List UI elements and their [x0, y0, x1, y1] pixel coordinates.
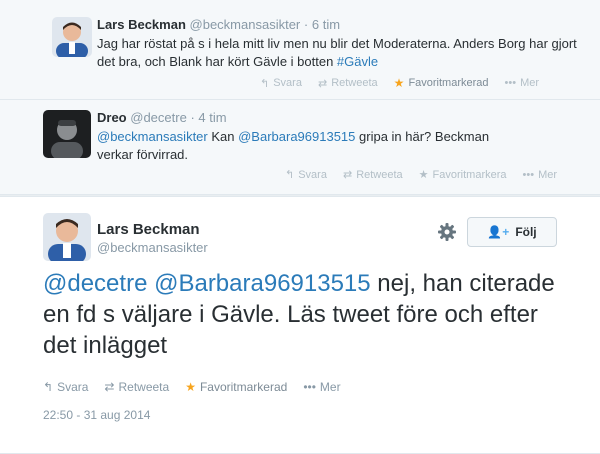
gear-icon: [438, 223, 456, 241]
mention-link[interactable]: @Barbara96913515: [238, 129, 355, 144]
more-button[interactable]: ••• Mer: [505, 76, 540, 90]
retweet-button[interactable]: ⇄ Retweeta: [342, 168, 403, 182]
separator-dot: ·: [190, 110, 195, 125]
reply-label: Svara: [57, 380, 89, 394]
reply-button[interactable]: ↰ Svara: [260, 76, 302, 90]
more-label: Mer: [538, 168, 558, 181]
more-label: Mer: [520, 77, 540, 89]
more-icon: •••: [504, 77, 517, 89]
reply-tweet-2[interactable]: Dreo @decetre · 4 tim @beckmansasikter K…: [0, 100, 600, 195]
favorite-button[interactable]: ★ Favoritmarkera: [418, 168, 507, 182]
lars-beckman-avatar[interactable]: [52, 17, 92, 57]
tweet-actions: ↰ Svara ⇄ Retweeta ★ Favoritmarkera ••• Mer: [285, 168, 558, 182]
lars-beckman-avatar[interactable]: [43, 213, 91, 261]
more-icon: •••: [522, 168, 535, 181]
mention-link[interactable]: @beckmansasikter: [97, 129, 208, 144]
main-tweet-text: @decetre @Barbara96913515 nej, han citer…: [43, 268, 563, 361]
separator-dot: ·: [303, 17, 309, 32]
main-tweet-actions: ↰ Svara ⇄ Retweeta ★ Favoritmarkerad ••• Mer: [43, 380, 341, 394]
mention-link[interactable]: @Barbara96913515: [154, 270, 371, 297]
star-icon: ★: [185, 380, 196, 394]
retweet-icon: ⇄: [317, 77, 328, 90]
reply-tweet-1[interactable]: Lars Beckman @beckmansasikter · 6 tim Ja…: [0, 0, 600, 100]
retweet-button[interactable]: ⇄ Retweeta: [104, 380, 169, 394]
tweet-text-body: Kan: [207, 129, 239, 144]
star-icon: ★: [393, 76, 405, 90]
author-handle[interactable]: @beckmansasikter: [190, 17, 301, 32]
more-button[interactable]: ••• Mer: [523, 168, 558, 181]
retweet-button[interactable]: ⇄ Retweeta: [318, 76, 378, 90]
favorite-label: Favoritmarkera: [432, 168, 507, 181]
settings-gear-button[interactable]: [436, 221, 458, 243]
favorite-label: Favoritmarkerad: [199, 380, 288, 394]
tweet-text: Jag har röstat på s i hela mitt liv men …: [97, 35, 577, 71]
follow-button[interactable]: 👤+ Följ: [467, 217, 557, 247]
tweet-time[interactable]: 4 tim: [198, 110, 226, 125]
retweet-label: Retweeta: [331, 77, 378, 89]
reply-label: Svara: [273, 77, 302, 89]
author-handle[interactable]: @decetre: [130, 110, 187, 125]
reply-label: Svara: [298, 168, 327, 181]
hashtag-link[interactable]: #Gävle: [337, 54, 378, 69]
favorite-button[interactable]: ★ Favoritmarkerad: [394, 76, 489, 90]
retweet-label: Retweeta: [356, 168, 403, 181]
reply-icon: ↰: [43, 380, 54, 394]
reply-icon: ↰: [285, 169, 295, 181]
more-icon: •••: [303, 380, 316, 394]
tweet-actions: ↰ Svara ⇄ Retweeta ★ Favoritmarkerad ••• Mer: [260, 76, 539, 90]
author-handle[interactable]: @beckmansasikter: [97, 240, 208, 255]
tweet-text: @beckmansasikter Kan @Barbara96913515 gr…: [97, 128, 497, 164]
star-icon: ★: [418, 169, 429, 181]
favorite-button[interactable]: ★ Favoritmarkerad: [185, 380, 287, 394]
reply-button[interactable]: ↰ Svara: [43, 380, 88, 394]
tweet-time[interactable]: 6 tim: [312, 17, 340, 32]
more-label: Mer: [319, 380, 341, 394]
mention-link[interactable]: @decetre: [43, 270, 147, 297]
retweet-icon: ⇄: [104, 380, 115, 394]
author-name[interactable]: Dreo: [97, 110, 127, 125]
retweet-label: Retweeta: [118, 380, 170, 394]
reply-button[interactable]: ↰ Svara: [285, 168, 327, 182]
more-button[interactable]: ••• Mer: [303, 380, 340, 394]
author-name[interactable]: Lars Beckman: [97, 221, 200, 238]
follow-label: Följ: [515, 225, 537, 239]
author-name[interactable]: Lars Beckman: [97, 17, 186, 32]
tweet-timestamp[interactable]: 22:50 - 31 aug 2014: [43, 408, 150, 422]
add-user-icon: 👤+: [487, 225, 510, 239]
favorite-label: Favoritmarkerad: [408, 77, 489, 89]
retweet-icon: ⇄: [342, 169, 353, 181]
dreo-avatar[interactable]: [43, 110, 91, 158]
reply-icon: ↰: [260, 77, 270, 90]
